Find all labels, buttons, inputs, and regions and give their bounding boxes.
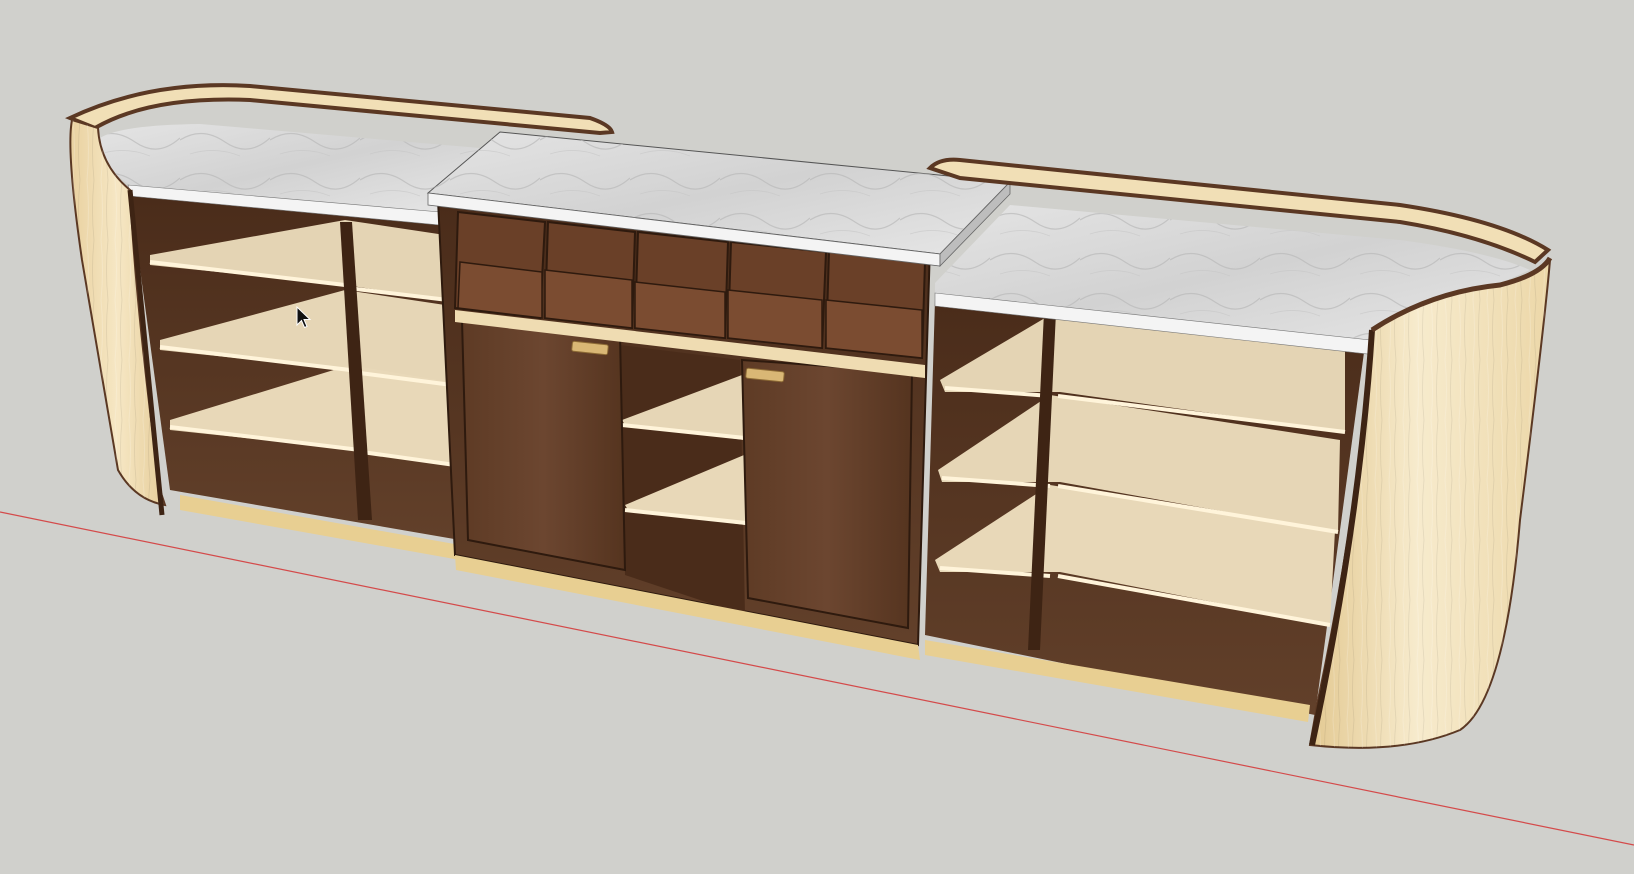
sketchup-3d-viewport[interactable]	[0, 0, 1634, 874]
right-door[interactable]	[740, 358, 914, 630]
bin-1[interactable]	[453, 210, 547, 320]
center-cabinet[interactable]	[426, 131, 1012, 660]
right-cabinet[interactable]	[925, 157, 1553, 749]
bin-5[interactable]	[824, 250, 927, 360]
left-rear-panel	[65, 83, 615, 136]
bin-3[interactable]	[633, 230, 730, 340]
left-door[interactable]	[460, 318, 627, 572]
bin-2[interactable]	[543, 220, 637, 330]
bin-4[interactable]	[726, 240, 828, 350]
model-canvas[interactable]	[0, 0, 1634, 874]
